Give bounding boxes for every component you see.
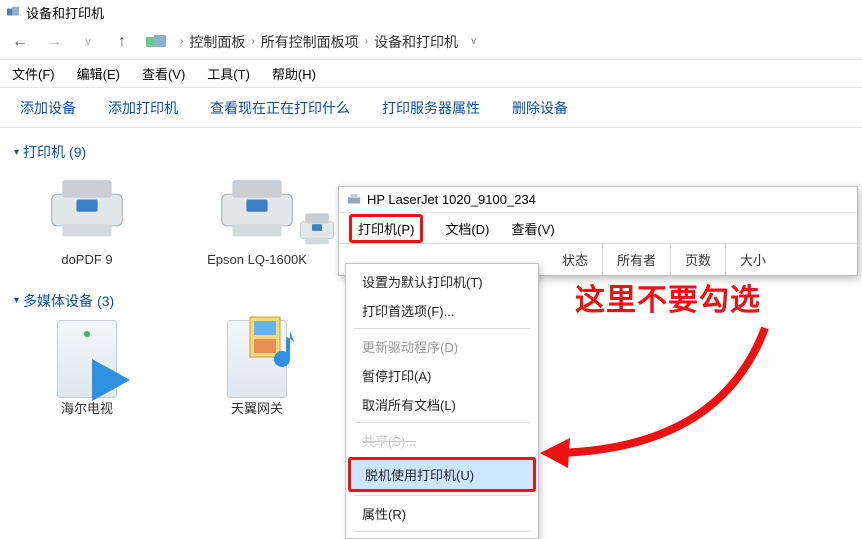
section-printers[interactable]: ▾ 打印机 (9) xyxy=(14,142,848,162)
navbar: ← → ∨ ↑ › 控制面板 › 所有控制面板项 › 设备和打印机 ∨ xyxy=(0,24,862,60)
menu-tools[interactable]: 工具(T) xyxy=(207,64,250,83)
printer-icon xyxy=(212,170,302,250)
back-button[interactable]: ← xyxy=(10,33,30,51)
col-status[interactable]: 状态 xyxy=(548,244,602,275)
menu-help[interactable]: 帮助(H) xyxy=(272,64,316,83)
play-icon xyxy=(86,355,136,405)
col-size[interactable]: 大小 xyxy=(725,244,780,275)
printer-context-menu: 设置为默认打印机(T) 打印首选项(F)... 更新驱动程序(D) 暂停打印(A… xyxy=(345,263,539,539)
chevron-right-icon: › xyxy=(180,36,183,47)
menu-set-default[interactable]: 设置为默认打印机(T) xyxy=(348,267,536,296)
device-item[interactable]: 海尔电视 xyxy=(32,319,142,418)
device-item[interactable]: doPDF 9 xyxy=(32,170,142,269)
menu-printing-preferences[interactable]: 打印首选项(F)... xyxy=(348,296,536,325)
menu-properties[interactable]: 属性(R) xyxy=(348,499,536,528)
media-device-icon xyxy=(212,319,302,399)
popup-menubar: 打印机(P) 文档(D) 查看(V) xyxy=(339,213,857,243)
toolbar: 添加设备 添加打印机 查看现在正在打印什么 打印服务器属性 删除设备 xyxy=(0,88,862,128)
menu-pause-printing[interactable]: 暂停打印(A) xyxy=(348,361,536,390)
menu-use-printer-offline[interactable]: 脱机使用打印机(U) xyxy=(351,460,533,489)
see-whats-printing-button[interactable]: 查看现在正在打印什么 xyxy=(210,98,350,118)
breadcrumb-leaf[interactable]: 设备和打印机 xyxy=(374,32,458,52)
separator xyxy=(354,495,530,496)
menu-share[interactable]: 共享(S)... xyxy=(348,426,536,455)
popup-title: HP LaserJet 1020_9100_234 xyxy=(367,192,536,207)
section-multimedia-count: (3) xyxy=(97,293,114,309)
annotation-text: 这里不要勾选 xyxy=(575,275,761,319)
device-label: Epson LQ-1600K xyxy=(207,252,307,269)
menubar: 文件(F) 编辑(E) 查看(V) 工具(T) 帮助(H) xyxy=(0,60,862,88)
col-owner[interactable]: 所有者 xyxy=(602,244,670,275)
printer-icon xyxy=(296,210,338,256)
titlebar: 设备和打印机 xyxy=(0,0,862,24)
chevron-right-icon: › xyxy=(251,36,254,47)
popup-menu-printer[interactable]: 打印机(P) xyxy=(349,214,423,243)
menu-view[interactable]: 查看(V) xyxy=(142,64,185,83)
recent-dropdown[interactable]: ∨ xyxy=(78,35,98,48)
breadcrumb-root[interactable]: 控制面板 xyxy=(189,32,245,52)
annotation-arrow xyxy=(540,318,780,468)
devices-icon xyxy=(6,5,20,19)
popup-menu-view[interactable]: 查看(V) xyxy=(511,219,554,238)
col-pages[interactable]: 页数 xyxy=(670,244,725,275)
chevron-down-icon: ▾ xyxy=(14,147,19,158)
forward-button[interactable]: → xyxy=(44,33,64,51)
add-device-button[interactable]: 添加设备 xyxy=(20,98,76,118)
remove-device-button[interactable]: 删除设备 xyxy=(512,98,568,118)
add-printer-button[interactable]: 添加打印机 xyxy=(108,98,178,118)
breadcrumb[interactable]: › 控制面板 › 所有控制面板项 › 设备和打印机 ∨ xyxy=(180,32,477,52)
breadcrumb-mid[interactable]: 所有控制面板项 xyxy=(261,32,359,52)
chevron-down-icon[interactable]: ∨ xyxy=(470,36,477,47)
separator xyxy=(354,422,530,423)
window-title: 设备和打印机 xyxy=(26,3,104,22)
section-multimedia-label: 多媒体设备 xyxy=(23,291,93,311)
device-item[interactable]: 天翼网关 xyxy=(202,319,312,418)
up-button[interactable]: ↑ xyxy=(112,33,132,51)
device-label: 天翼网关 xyxy=(231,401,283,418)
menu-edit[interactable]: 编辑(E) xyxy=(77,64,120,83)
printer-icon xyxy=(42,170,132,250)
highlight-box: 脱机使用打印机(U) xyxy=(348,457,536,492)
section-printers-label: 打印机 xyxy=(23,142,65,162)
menu-cancel-all-documents[interactable]: 取消所有文档(L) xyxy=(348,390,536,419)
print-server-properties-button[interactable]: 打印服务器属性 xyxy=(382,98,480,118)
separator xyxy=(354,531,530,532)
section-printers-count: (9) xyxy=(69,144,86,160)
breadcrumb-icon xyxy=(146,34,166,50)
menu-file[interactable]: 文件(F) xyxy=(12,64,55,83)
printer-icon xyxy=(347,193,361,207)
separator xyxy=(354,328,530,329)
chevron-down-icon: ▾ xyxy=(14,295,19,306)
popup-titlebar[interactable]: HP LaserJet 1020_9100_234 xyxy=(339,187,857,213)
device-label: doPDF 9 xyxy=(61,252,112,269)
chevron-right-icon: › xyxy=(365,36,368,47)
menu-update-driver[interactable]: 更新驱动程序(D) xyxy=(348,332,536,361)
media-device-icon xyxy=(42,319,132,399)
music-note-icon xyxy=(272,327,302,377)
popup-menu-document[interactable]: 文档(D) xyxy=(445,219,489,238)
